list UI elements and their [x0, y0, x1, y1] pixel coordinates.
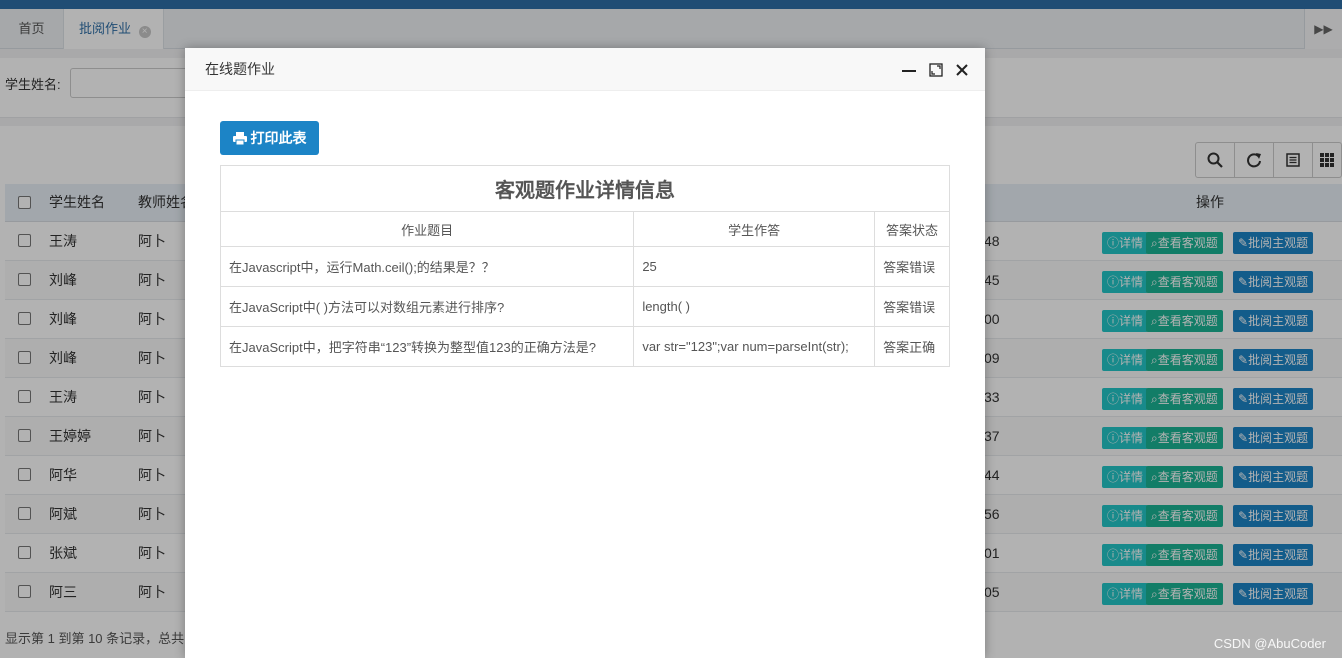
watermark: CSDN @AbuCoder [1213, 636, 1326, 651]
close-button[interactable] [954, 62, 970, 78]
answer-cell: length( ) [633, 286, 876, 327]
close-icon [956, 64, 968, 76]
detail-row: 在Javascript中，运行Math.ceil();的结果是？？ 25 答案错误 [219, 246, 950, 287]
question-cell: 在JavaScript中，把字符串“123”转换为整型值123的正确方法是? [219, 326, 635, 367]
detail-table-caption: 客观题作业详情信息 [220, 165, 950, 212]
answer-cell: 25 [633, 246, 876, 287]
maximize-icon [929, 63, 943, 77]
column-answer: 学生作答 [633, 211, 876, 247]
homework-modal: 在线题作业 打印此表 客观题作业详情信息 作业题目 学生作答 答案状态 在Jav… [185, 48, 985, 658]
detail-row: 在JavaScript中( )方法可以对数组元素进行排序? length( ) 答案… [219, 286, 950, 327]
question-cell: 在JavaScript中( )方法可以对数组元素进行排序? [219, 286, 635, 327]
detail-row: 在JavaScript中，把字符串“123”转换为整型值123的正确方法是? va… [219, 326, 950, 367]
printer-icon [232, 131, 247, 145]
maximize-button[interactable] [928, 62, 944, 78]
objective-detail-table: 客观题作业详情信息 作业题目 学生作答 答案状态 在Javascript中，运行… [219, 165, 950, 367]
question-cell: 在Javascript中，运行Math.ceil();的结果是？？ [219, 246, 635, 287]
column-status: 答案状态 [874, 211, 950, 247]
modal-header: 在线题作业 [185, 48, 985, 91]
minimize-icon [902, 70, 916, 72]
status-cell: 答案错误 [874, 246, 950, 287]
print-button-label: 打印此表 [250, 130, 307, 146]
modal-title: 在线题作业 [205, 61, 275, 77]
column-question: 作业题目 [219, 211, 635, 247]
print-button[interactable]: 打印此表 [220, 121, 319, 155]
status-cell: 答案正确 [874, 326, 950, 367]
minimize-button[interactable] [901, 62, 917, 78]
status-cell: 答案错误 [874, 286, 950, 327]
answer-cell: var str="123";var num=parseInt(str); [633, 326, 876, 367]
